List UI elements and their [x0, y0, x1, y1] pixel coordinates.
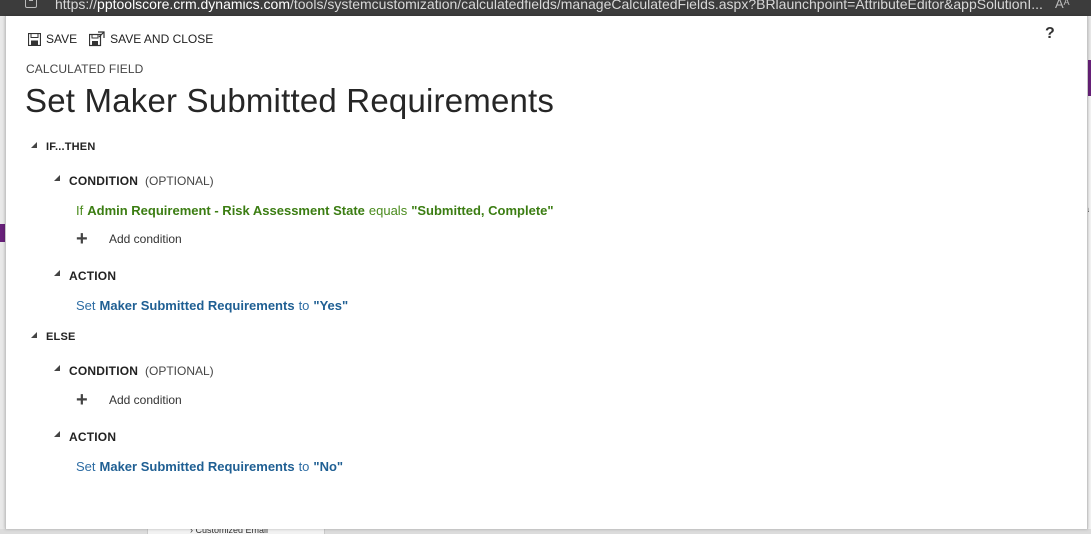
else-add-condition-label: Add condition: [109, 393, 182, 407]
collapse-else-action-icon[interactable]: [54, 431, 60, 437]
calculated-field-dialog: SAVE SAVE AND CLOSE ? CALCULATED FIELD S…: [5, 16, 1088, 529]
collapse-if-then-icon[interactable]: [31, 142, 37, 148]
save-and-close-button[interactable]: SAVE AND CLOSE: [89, 31, 213, 47]
else-add-condition-button[interactable]: + Add condition: [76, 389, 182, 411]
condition-label: CONDITION: [69, 174, 139, 188]
else-condition-optional-label: (OPTIONAL): [145, 364, 214, 378]
help-icon[interactable]: ?: [1045, 25, 1055, 43]
action-rule[interactable]: Set Maker Submitted Requirements to "Yes": [76, 298, 348, 313]
collapse-else-condition-icon[interactable]: [54, 365, 60, 371]
if-then-label: IF...THEN: [46, 141, 96, 153]
action-label: ACTION: [69, 269, 117, 283]
else-condition-label: CONDITION: [69, 364, 139, 378]
action-prefix: Set: [76, 298, 96, 313]
save-and-close-label: SAVE AND CLOSE: [110, 32, 214, 46]
else-action-operator: to: [298, 459, 310, 474]
browser-address-bar[interactable]: https://pptoolscore.crm.dynamics.com/too…: [0, 0, 1091, 16]
dialog-subheading: CALCULATED FIELD: [26, 62, 144, 76]
action-operator: to: [298, 298, 310, 313]
add-condition-label: Add condition: [109, 232, 182, 246]
condition-operator: equals: [368, 203, 408, 218]
else-action-prefix: Set: [76, 459, 96, 474]
plus-icon: +: [76, 389, 88, 411]
url-text[interactable]: https://pptoolscore.crm.dynamics.com/too…: [55, 0, 1043, 11]
reader-view-icon[interactable]: Aᴬ: [1055, 0, 1070, 10]
condition-field: Admin Requirement - Risk Assessment Stat…: [87, 203, 365, 218]
condition-optional-label: (OPTIONAL): [145, 174, 214, 188]
save-and-close-icon: [89, 31, 105, 47]
action-value: "Yes": [313, 298, 349, 313]
floppy-disk-icon: [28, 32, 41, 46]
collapse-condition-icon[interactable]: [54, 175, 60, 181]
else-action-label: ACTION: [69, 430, 117, 444]
plus-icon: +: [76, 228, 88, 250]
page-title: Set Maker Submitted Requirements: [25, 82, 555, 119]
add-condition-button[interactable]: + Add condition: [76, 228, 182, 250]
else-label: ELSE: [46, 331, 76, 343]
page-info-icon[interactable]: [25, 0, 37, 8]
toolbar: SAVE SAVE AND CLOSE: [28, 30, 225, 48]
action-field: Maker Submitted Requirements: [99, 298, 295, 313]
save-button[interactable]: SAVE: [28, 32, 77, 46]
save-label: SAVE: [46, 32, 78, 46]
condition-rule[interactable]: If Admin Requirement - Risk Assessment St…: [76, 203, 554, 218]
else-action-field: Maker Submitted Requirements: [99, 459, 295, 474]
else-action-rule[interactable]: Set Maker Submitted Requirements to "No": [76, 459, 343, 474]
condition-prefix: If: [76, 203, 84, 218]
else-action-value: "No": [313, 459, 344, 474]
collapse-else-icon[interactable]: [31, 332, 37, 338]
condition-value: "Submitted, Complete": [411, 203, 554, 218]
collapse-action-icon[interactable]: [54, 270, 60, 276]
